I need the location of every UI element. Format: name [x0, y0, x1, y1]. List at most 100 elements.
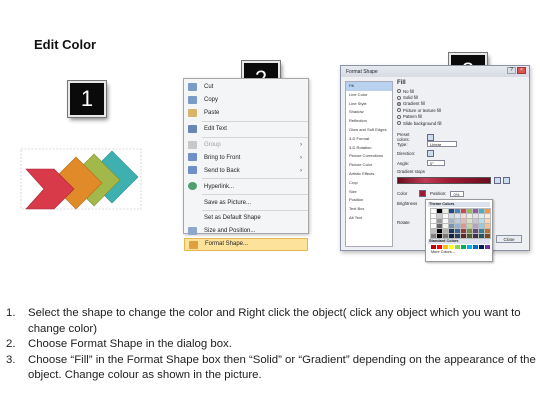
theme-color-swatch[interactable]	[442, 228, 449, 234]
theme-color-swatch[interactable]	[454, 218, 461, 224]
standard-color-swatch[interactable]	[431, 245, 436, 249]
theme-color-swatch[interactable]	[484, 208, 491, 214]
theme-color-swatch[interactable]	[442, 208, 449, 214]
menu-item-format-shape[interactable]: Format Shape...	[184, 237, 308, 251]
dialog-close-button[interactable]: Close	[496, 235, 522, 243]
category-item[interactable]: 3-D Format	[346, 135, 392, 144]
theme-color-swatch[interactable]	[478, 233, 485, 239]
add-stop-button[interactable]	[494, 177, 501, 184]
theme-color-swatch[interactable]	[466, 233, 473, 239]
category-item[interactable]: 3-D Rotation	[346, 144, 392, 153]
theme-color-swatch[interactable]	[460, 218, 467, 224]
theme-color-swatch[interactable]	[430, 208, 437, 214]
menu-item-bring-to-front[interactable]: Bring to Front ›	[184, 151, 308, 164]
theme-color-swatch[interactable]	[460, 208, 467, 214]
theme-color-swatch[interactable]	[448, 218, 455, 224]
theme-color-swatch[interactable]	[442, 233, 449, 239]
color-picker-button[interactable]	[419, 190, 426, 197]
standard-color-swatch[interactable]	[461, 245, 466, 249]
remove-stop-button[interactable]	[503, 177, 510, 184]
standard-color-swatch[interactable]	[437, 245, 442, 249]
menu-item-edit-text[interactable]: Edit Text	[184, 123, 308, 136]
theme-color-swatch[interactable]	[466, 208, 473, 214]
category-item[interactable]: Fill	[346, 82, 392, 91]
theme-color-swatch[interactable]	[430, 223, 437, 229]
preset-colors-dropdown[interactable]	[427, 133, 434, 141]
theme-color-swatch[interactable]	[448, 233, 455, 239]
theme-color-swatch[interactable]	[454, 223, 461, 229]
category-item[interactable]: Alt Text	[346, 214, 392, 223]
theme-color-swatch[interactable]	[478, 208, 485, 214]
theme-color-swatch[interactable]	[448, 208, 455, 214]
rotate-checkbox-label[interactable]: Rotate	[397, 220, 410, 225]
category-item[interactable]: Line Style	[346, 100, 392, 109]
theme-color-swatch[interactable]	[466, 228, 473, 234]
type-select[interactable]: Linear	[427, 141, 457, 147]
standard-color-swatch[interactable]	[473, 245, 478, 249]
theme-color-swatch[interactable]	[460, 223, 467, 229]
category-item[interactable]: Crop	[346, 179, 392, 188]
theme-color-swatch[interactable]	[454, 233, 461, 239]
theme-color-swatch[interactable]	[436, 213, 443, 219]
category-item[interactable]: Glow and Soft Edges	[346, 126, 392, 135]
category-item[interactable]: Picture Corrections	[346, 152, 392, 161]
category-item[interactable]: Picture Color	[346, 161, 392, 170]
menu-item-paste[interactable]: Paste	[184, 107, 308, 120]
theme-color-swatch[interactable]	[478, 228, 485, 234]
standard-color-swatch[interactable]	[485, 245, 490, 249]
theme-color-swatch[interactable]	[472, 213, 479, 219]
theme-color-swatch[interactable]	[472, 228, 479, 234]
theme-color-swatch[interactable]	[430, 218, 437, 224]
theme-color-swatch[interactable]	[454, 228, 461, 234]
theme-color-swatch[interactable]	[436, 228, 443, 234]
menu-item-hyperlink[interactable]: Hyperlink...	[184, 180, 308, 193]
standard-color-swatch[interactable]	[467, 245, 472, 249]
standard-color-swatch[interactable]	[449, 245, 454, 249]
category-item[interactable]: Text Box	[346, 205, 392, 214]
category-item[interactable]: Reflection	[346, 117, 392, 126]
theme-color-swatch[interactable]	[472, 208, 479, 214]
standard-color-swatch[interactable]	[455, 245, 460, 249]
menu-item-save-as-picture[interactable]: Save as Picture...	[184, 196, 308, 209]
menu-item-size-position[interactable]: Size and Position...	[184, 225, 308, 238]
theme-color-swatch[interactable]	[436, 208, 443, 214]
theme-color-swatch[interactable]	[448, 223, 455, 229]
category-item[interactable]: Size	[346, 188, 392, 197]
theme-color-swatch[interactable]	[442, 218, 449, 224]
theme-color-swatch[interactable]	[442, 213, 449, 219]
chevron-shapes[interactable]	[18, 145, 146, 215]
menu-item-copy[interactable]: Copy	[184, 94, 308, 107]
category-item[interactable]: Shadow	[346, 108, 392, 117]
theme-color-swatch[interactable]	[484, 218, 491, 224]
theme-color-swatch[interactable]	[442, 223, 449, 229]
close-window-button[interactable]: ×	[517, 67, 526, 74]
theme-color-swatch[interactable]	[436, 233, 443, 239]
theme-color-swatch[interactable]	[472, 218, 479, 224]
theme-color-swatch[interactable]	[460, 233, 467, 239]
menu-item-send-to-back[interactable]: Send to Back ›	[184, 164, 308, 177]
theme-color-swatch[interactable]	[436, 218, 443, 224]
standard-color-swatch[interactable]	[479, 245, 484, 249]
more-colors-link[interactable]: More Colors...	[428, 250, 490, 254]
theme-color-swatch[interactable]	[466, 223, 473, 229]
theme-color-swatch[interactable]	[430, 213, 437, 219]
angle-input[interactable]: 0°	[427, 160, 445, 166]
theme-color-swatch[interactable]	[436, 223, 443, 229]
category-item[interactable]: Line Color	[346, 91, 392, 100]
direction-dropdown[interactable]	[427, 150, 434, 157]
menu-item-group[interactable]: Group ›	[184, 139, 308, 152]
position-input[interactable]: 0%	[450, 190, 465, 197]
theme-color-swatch[interactable]	[472, 223, 479, 229]
theme-color-swatch[interactable]	[466, 218, 473, 224]
theme-color-swatch[interactable]	[484, 228, 491, 234]
fill-option-slide-bg[interactable]: Slide background fill	[397, 120, 526, 126]
theme-color-swatch[interactable]	[460, 213, 467, 219]
category-item[interactable]: Artistic Effects	[346, 170, 392, 179]
theme-color-swatch[interactable]	[454, 213, 461, 219]
theme-color-swatch[interactable]	[448, 228, 455, 234]
theme-color-swatch[interactable]	[466, 213, 473, 219]
theme-color-swatch[interactable]	[478, 218, 485, 224]
standard-color-swatch[interactable]	[443, 245, 448, 249]
menu-item-cut[interactable]: Cut	[184, 81, 308, 94]
theme-color-swatch[interactable]	[430, 233, 437, 239]
